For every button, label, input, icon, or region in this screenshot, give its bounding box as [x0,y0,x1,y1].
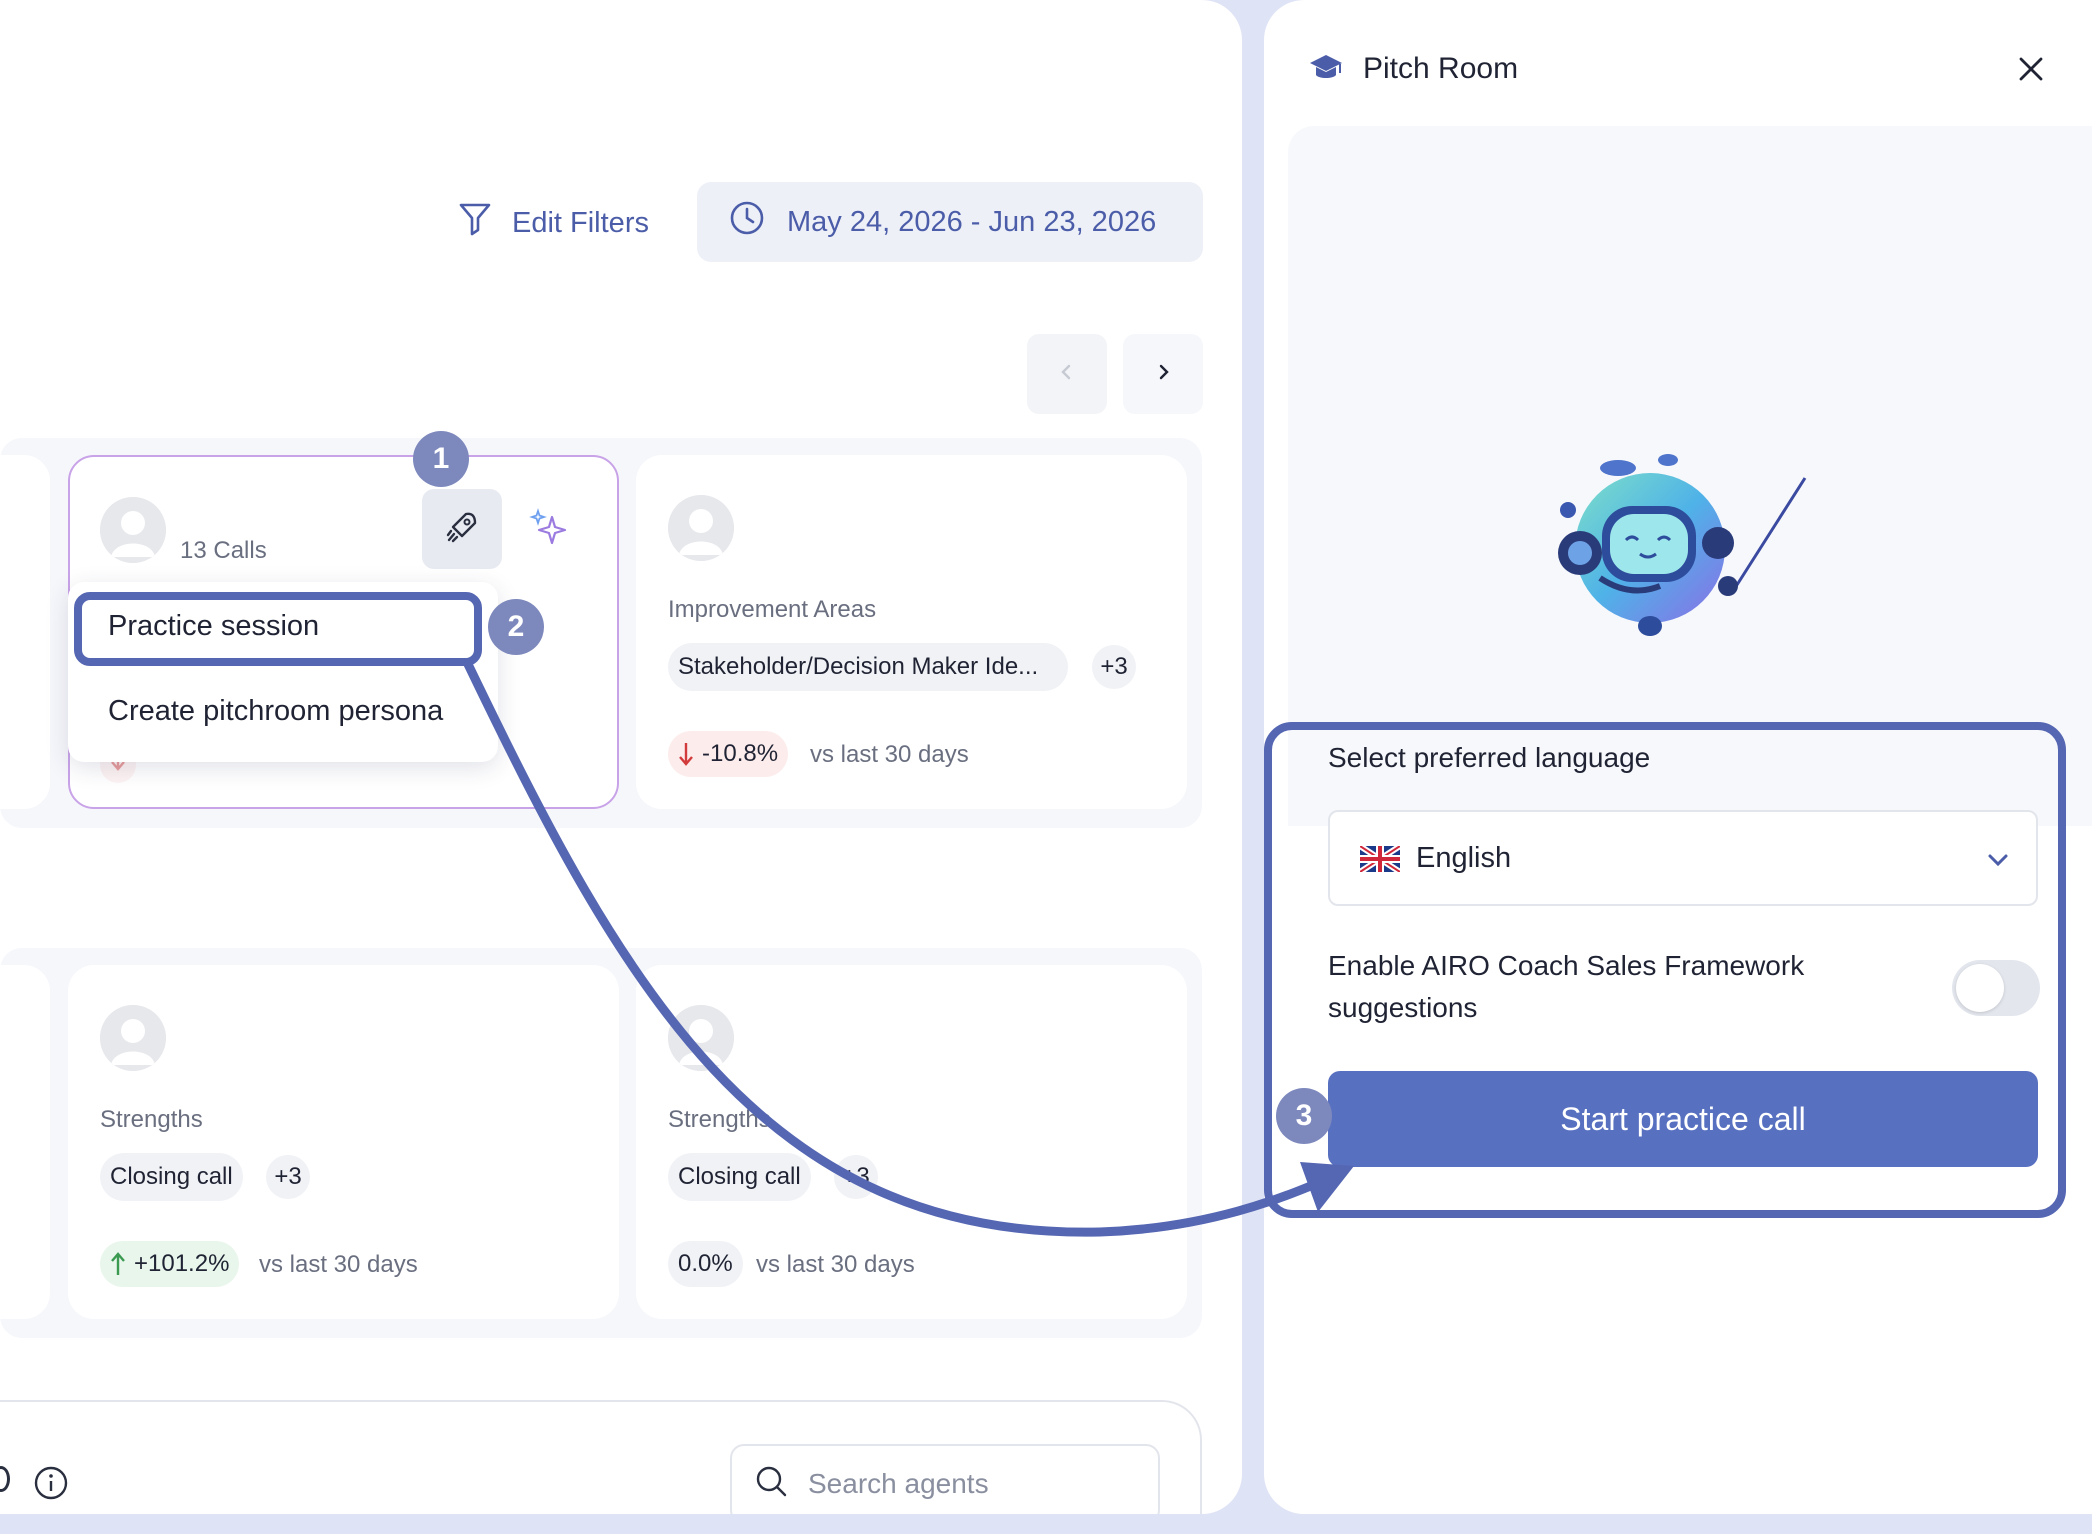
edit-filters-label: Edit Filters [512,206,649,239]
agent-card[interactable]: Strengths Closing call +3 +101.2% vs las… [68,965,619,1319]
uk-flag-icon [1358,843,1402,877]
section-label: Strengths [668,1106,771,1133]
next-page-button[interactable] [1123,334,1203,414]
avatar [668,1005,734,1071]
strength-chip[interactable]: Closing call [668,1153,811,1201]
avatar [668,495,734,561]
delta-badge: -10.8% [668,731,789,777]
avatar [100,497,166,563]
rocket-icon [444,509,480,550]
delta-value: 0.0% [678,1250,733,1277]
agent-card[interactable]: Strengths Closing call +3 0.0% vs last 3… [636,965,1187,1319]
framework-toggle[interactable] [1952,960,2040,1016]
chevron-left-icon [1057,362,1077,387]
arrow-down-icon [679,743,693,766]
section-label: Strengths [100,1106,203,1133]
pitch-room-panel: Pitch Room Select preferred language Ena… [1264,0,2092,1514]
calls-count: 13 Calls [180,537,267,564]
more-chips[interactable]: +3 [834,1155,878,1199]
avatar [100,1005,166,1071]
language-label: Select preferred language [1328,742,1651,773]
filter-icon [458,201,492,245]
edit-filters-button[interactable]: Edit Filters [458,196,649,250]
framework-label-line1: Enable AIRO Coach Sales Framework [1328,950,1805,981]
more-chips[interactable]: +3 [1092,645,1136,689]
step-badge-1: 1 [413,431,469,487]
start-practice-call-button[interactable]: Start practice call [1328,1071,2038,1167]
graduation-cap-icon [1308,52,1344,89]
card-context-menu: Practice session Create pitchroom person… [68,582,498,762]
menu-item-create-persona[interactable]: Create pitchroom persona [108,695,443,728]
strength-chip[interactable]: Closing call [100,1153,243,1201]
improvement-chip[interactable]: Stakeholder/Decision Maker Ide... [668,643,1068,691]
partial-card [0,455,50,809]
robot-mascot-illustration [1540,448,1830,653]
step-badge-3: 3 [1276,1088,1332,1144]
delta-value: +101.2% [134,1250,230,1277]
panel-title: Pitch Room [1363,52,1519,85]
framework-label-line2: suggestions [1328,992,1478,1023]
language-select[interactable]: English [1328,810,2038,906]
partial-card [0,965,50,1319]
sparkle-icon[interactable] [526,507,570,556]
comparison-label: vs last 30 days [756,1251,915,1278]
clock-icon [729,200,765,244]
section-label: Improvement Areas [668,596,877,623]
chevron-right-icon [1153,362,1173,387]
language-value: English [1416,842,1512,874]
date-range-label: May 24, 2026 - Jun 23, 2026 [787,205,1157,238]
delta-badge: 0.0% [668,1241,743,1287]
comparison-label: vs last 30 days [810,741,969,768]
pitch-room-button[interactable] [422,489,502,569]
toggle-knob [1956,964,2004,1012]
delta-badge: +101.2% [100,1241,240,1287]
close-icon[interactable] [2016,54,2046,89]
date-range-button[interactable]: May 24, 2026 - Jun 23, 2026 [697,182,1203,262]
info-icon[interactable] [34,1466,68,1505]
prev-page-button[interactable] [1027,334,1107,414]
step-badge-2: 2 [488,599,544,655]
menu-item-practice-session[interactable]: Practice session [108,610,319,643]
arrow-up-icon [111,1252,125,1275]
search-placeholder: Search agents [808,1468,989,1499]
search-input[interactable]: Search agents [730,1444,1160,1514]
delta-value: -10.8% [702,740,779,767]
search-icon [754,1464,788,1505]
comparison-label: vs last 30 days [259,1251,418,1278]
chevron-down-icon [1986,850,2010,875]
agent-card[interactable]: Improvement Areas Stakeholder/Decision M… [636,455,1187,809]
more-chips[interactable]: +3 [266,1155,310,1199]
